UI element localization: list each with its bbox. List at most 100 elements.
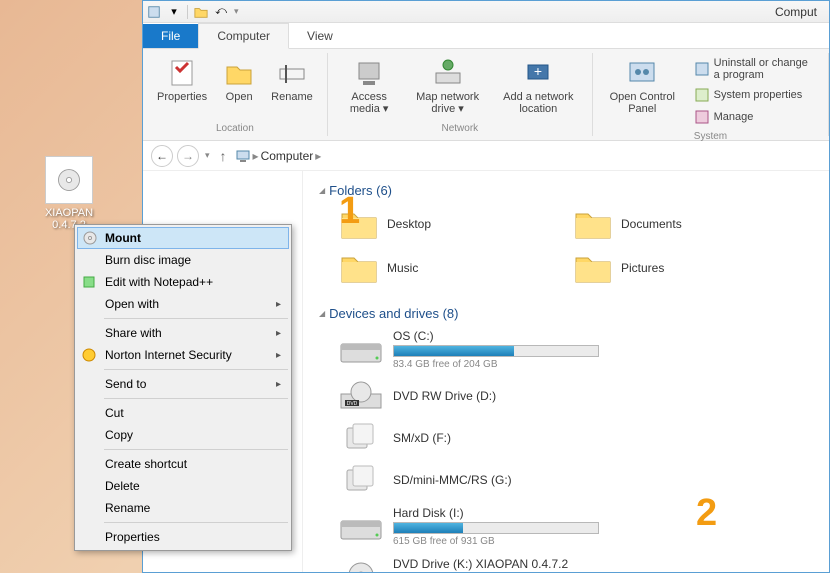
drive-icon (339, 511, 383, 543)
drive-name: Hard Disk (I:) (393, 506, 599, 520)
up-button[interactable]: ↑ (216, 148, 231, 164)
add-location-button[interactable]: + Add a network location (493, 53, 584, 119)
menu-item[interactable]: Send to (77, 373, 289, 395)
menu-item-label: Send to (105, 377, 146, 391)
window-title: Comput (775, 5, 817, 19)
drive-item[interactable]: SD/mini-MMC/RS (G:) (339, 464, 599, 496)
folder-label: Documents (621, 217, 682, 231)
ribbon-group-location: Properties Open Rename Location (143, 53, 328, 136)
ribbon-tabs: File Computer View (143, 23, 829, 49)
undo-qat-icon[interactable]: ⤺ (214, 5, 228, 19)
folder-grid: Desktop Documents Music Pictures (319, 202, 813, 302)
menu-separator (104, 398, 288, 399)
drive-name: OS (C:) (393, 329, 599, 343)
drive-capacity-bar (393, 345, 599, 357)
tab-file[interactable]: File (143, 24, 198, 48)
computer-icon (235, 148, 251, 164)
tab-computer[interactable]: Computer (198, 23, 289, 49)
drive-icon: DVD (339, 380, 383, 412)
control-panel-icon (626, 57, 658, 89)
folder-icon (339, 206, 379, 242)
menu-item[interactable]: Rename (77, 497, 289, 519)
menu-item-icon (81, 478, 97, 494)
context-menu: Mount Burn disc image Edit with Notepad++ O… (74, 224, 292, 551)
drives-header[interactable]: Devices and drives (8) (319, 302, 813, 325)
menu-item[interactable]: Share with (77, 322, 289, 344)
breadcrumb[interactable]: ▸ Computer ▸ (235, 148, 322, 164)
properties-qat-icon[interactable] (147, 5, 161, 19)
menu-item-icon (81, 500, 97, 516)
menu-item-label: Copy (105, 428, 133, 442)
dropdown-qat-icon[interactable]: ▾ (167, 5, 181, 19)
folders-header[interactable]: Folders (6) (319, 179, 813, 202)
forward-button[interactable]: → (177, 145, 199, 167)
menu-item[interactable]: Mount (77, 227, 289, 249)
manage-link[interactable]: Manage (690, 107, 818, 127)
uninstall-icon (694, 61, 710, 77)
drive-item[interactable]: DVDDVD RW Drive (D:) (339, 380, 599, 412)
control-panel-button[interactable]: Open Control Panel (601, 53, 684, 119)
menu-item[interactable]: Delete (77, 475, 289, 497)
menu-item-icon (81, 529, 97, 545)
menu-item-label: Delete (105, 479, 140, 493)
folder-item[interactable]: Documents (573, 206, 783, 242)
menu-separator (104, 522, 288, 523)
menu-item-label: Open with (105, 297, 159, 311)
map-drive-button[interactable]: Map network drive ▾ (407, 53, 489, 119)
menu-item-icon (82, 230, 98, 246)
disc-image-icon (45, 156, 93, 204)
svg-text:DVD: DVD (347, 401, 358, 407)
menu-item[interactable]: Norton Internet Security (77, 344, 289, 366)
folder-label: Music (387, 261, 418, 275)
folder-icon (573, 206, 613, 242)
menu-item-icon (81, 456, 97, 472)
menu-separator (104, 369, 288, 370)
drive-item[interactable]: DVD-ROMDVD Drive (K:) XIAOPAN 0.4.7.20 b… (339, 557, 599, 572)
menu-item-label: Burn disc image (105, 253, 191, 267)
menu-item[interactable]: Burn disc image (77, 249, 289, 271)
desktop-icon-xiaopan[interactable]: XIAOPAN 0.4.7.2 (34, 156, 104, 231)
drive-item[interactable]: Hard Disk (I:)615 GB free of 931 GB (339, 506, 599, 547)
breadcrumb-root[interactable]: Computer (261, 149, 314, 163)
menu-item[interactable]: Copy (77, 424, 289, 446)
drive-free-text: 83.4 GB free of 204 GB (393, 359, 599, 370)
address-bar: ← → ▾ ↑ ▸ Computer ▸ (143, 141, 829, 171)
drive-item[interactable]: SM/xD (F:) (339, 422, 599, 454)
menu-item-icon (81, 405, 97, 421)
drive-grid: OS (C:) 83.4 GB free of 204 GB DVDDVD RW D… (319, 325, 813, 572)
menu-item[interactable]: Create shortcut (77, 453, 289, 475)
ribbon: Properties Open Rename Location Access m… (143, 49, 829, 141)
back-button[interactable]: ← (151, 145, 173, 167)
ribbon-group-system: Open Control Panel Uninstall or change a… (593, 53, 829, 136)
folder-item[interactable]: Pictures (573, 250, 783, 286)
folder-icon (573, 250, 613, 286)
system-properties-link[interactable]: System properties (690, 85, 818, 105)
new-folder-qat-icon[interactable] (194, 5, 208, 19)
folder-item[interactable]: Music (339, 250, 549, 286)
sysprops-icon (694, 87, 710, 103)
menu-item-label: Create shortcut (105, 457, 187, 471)
access-media-button[interactable]: Access media ▾ (336, 53, 403, 119)
folder-item[interactable]: Desktop (339, 206, 549, 242)
menu-item[interactable]: Open with (77, 293, 289, 315)
menu-item[interactable]: Edit with Notepad++ (77, 271, 289, 293)
drive-item[interactable]: OS (C:) 83.4 GB free of 204 GB (339, 329, 599, 370)
history-dropdown[interactable]: ▾ (203, 150, 212, 161)
menu-item[interactable]: Cut (77, 402, 289, 424)
menu-separator (104, 449, 288, 450)
open-button[interactable]: Open (217, 53, 261, 107)
menu-item-label: Edit with Notepad++ (105, 275, 213, 289)
properties-button[interactable]: Properties (151, 53, 213, 107)
menu-item[interactable]: Properties (77, 526, 289, 548)
dropdown-icon[interactable]: ▾ (234, 6, 239, 17)
tab-view[interactable]: View (289, 24, 351, 48)
breadcrumb-sep: ▸ (315, 149, 321, 163)
uninstall-link[interactable]: Uninstall or change a program (690, 55, 818, 83)
menu-item-icon (81, 274, 97, 290)
drive-name: SM/xD (F:) (393, 431, 599, 445)
drive-icon (339, 334, 383, 366)
menu-item-icon (81, 427, 97, 443)
open-icon (223, 57, 255, 89)
rename-button[interactable]: Rename (265, 53, 319, 107)
breadcrumb-sep: ▸ (253, 149, 259, 163)
